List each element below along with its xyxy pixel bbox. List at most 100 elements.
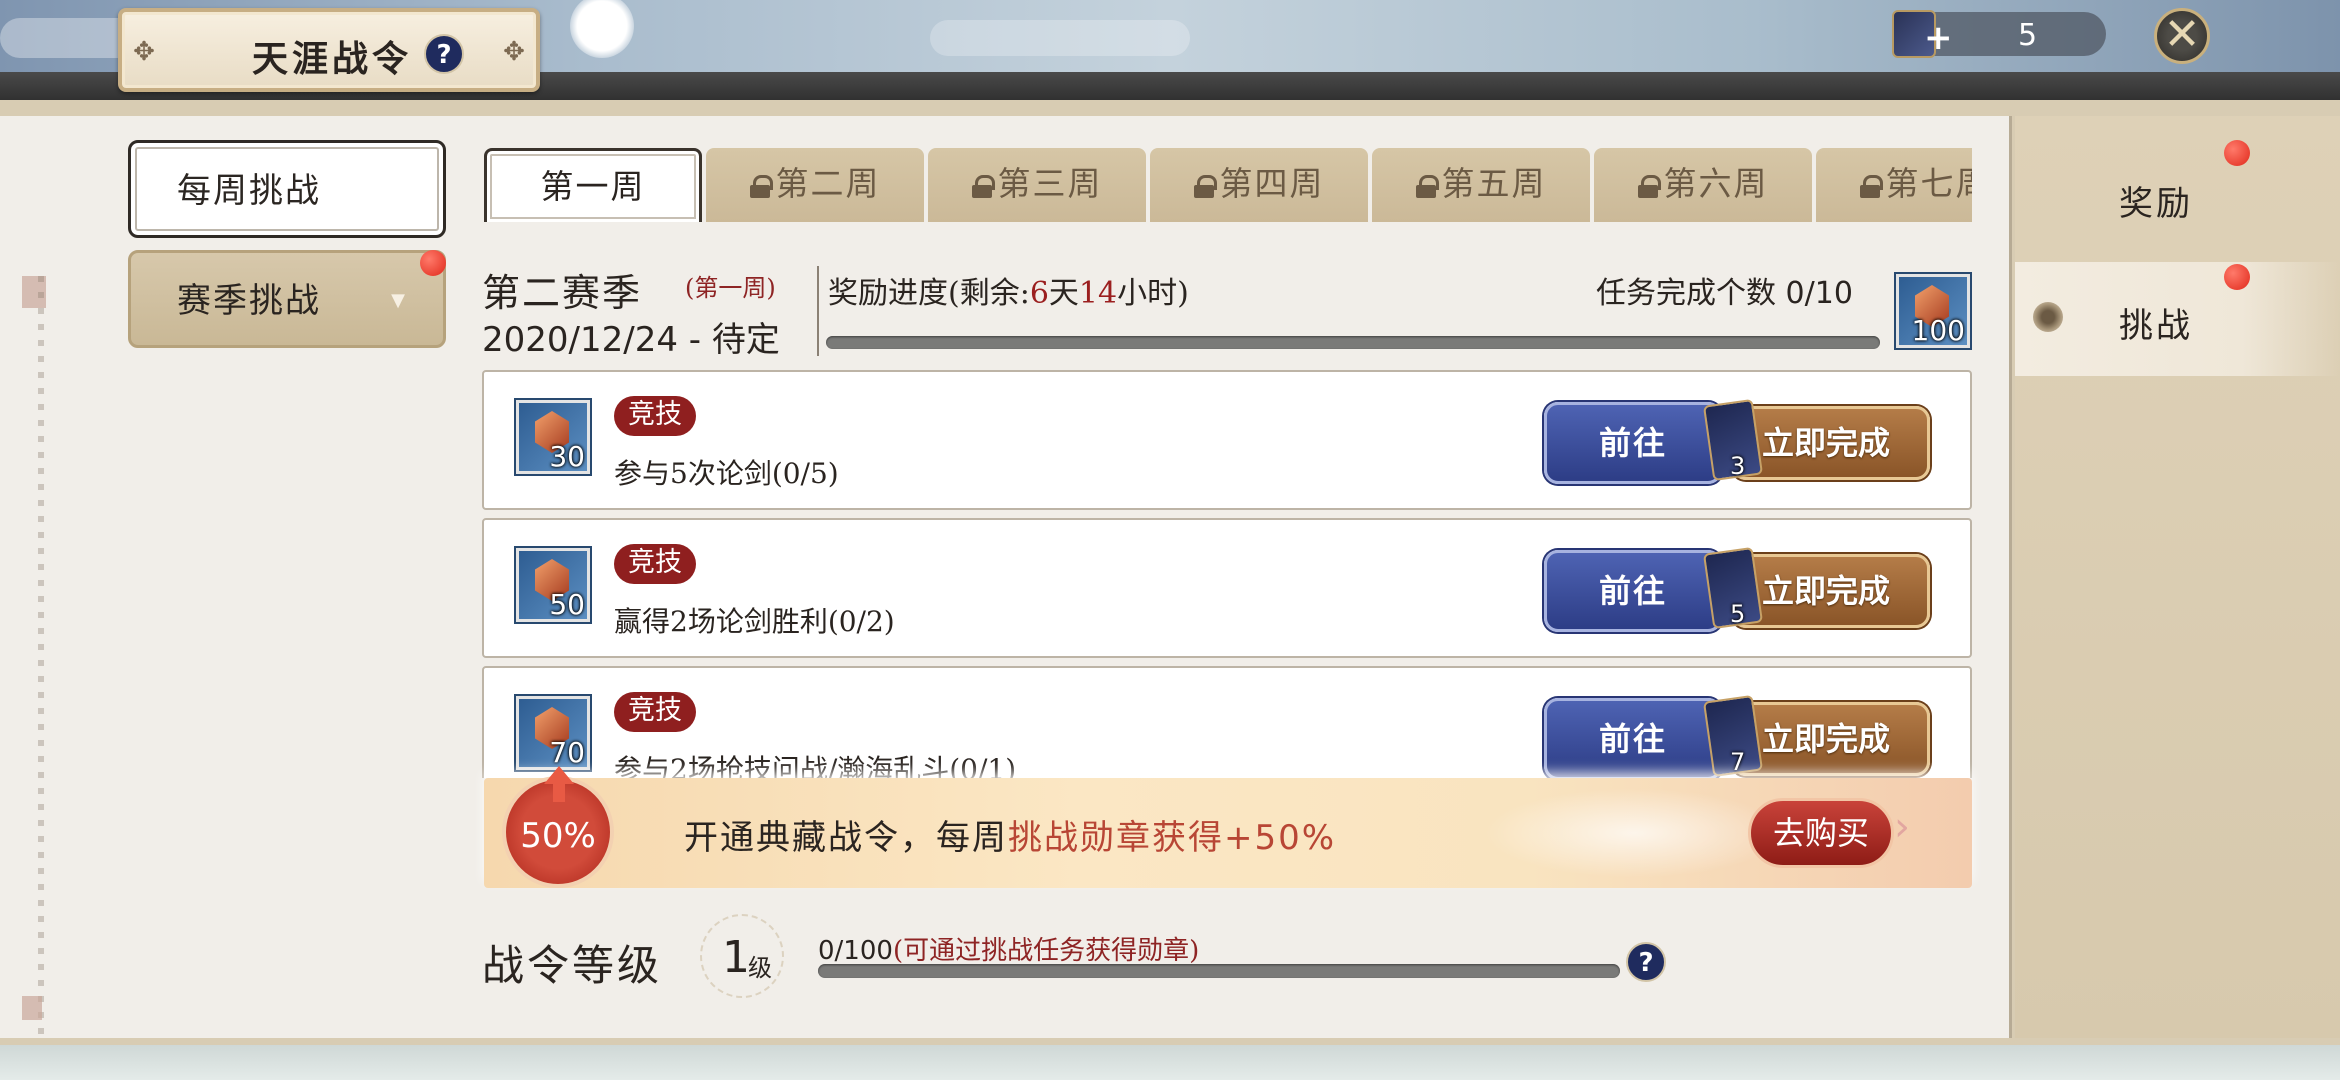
tab-label: 第二周 [775, 164, 881, 203]
medal-count: 30 [549, 440, 585, 473]
pass-level-value: 1 [722, 932, 750, 983]
side-nav: 奖励 挑战 [2015, 116, 2340, 1038]
page-title: 天涯战令 [252, 39, 413, 80]
category-season-challenge[interactable]: 赛季挑战 ▼ [128, 250, 446, 348]
season-title: 第二赛季 [482, 271, 643, 315]
add-ticket-icon[interactable]: + [1924, 18, 1953, 58]
bonus-badge: 50% [502, 766, 614, 888]
title-plaque: ✥ 天涯战令 ? ✥ [118, 8, 540, 92]
tab-label: 第四周 [1219, 164, 1325, 203]
bonus-percent: 50% [520, 816, 596, 856]
knot-icon: ✥ [133, 37, 155, 67]
button-label: 立即完成 [1762, 720, 1891, 758]
side-nav-challenge[interactable]: 挑战 [2015, 262, 2340, 376]
ticket-count: 5 [2018, 18, 2038, 53]
reward-progress-label: 奖励进度(剩余:6天14小时) [828, 268, 1189, 312]
task-tag-badge: 竞技 [614, 544, 696, 584]
tab-label: 第七周 [1885, 164, 1973, 203]
side-nav-rewards[interactable]: 奖励 [2015, 140, 2340, 254]
premium-pass-banner: 50% 开通典藏战令，每周挑战勋章获得+50% 去购买 › [484, 766, 1972, 888]
goto-button[interactable]: 前往 [1544, 550, 1722, 632]
task-medal: 70 [514, 694, 592, 772]
week-tabs: 第一周 第二周 第三周 第四周 第五周 第六周 第七周 [484, 146, 1972, 222]
ticket-cost: 5 [1730, 600, 1746, 628]
side-nav-label: 奖励 [2119, 184, 2193, 224]
task-description: 参与2场抢技问战/瀚海乱斗(0/1) [614, 753, 1017, 778]
task-complete-count: 任务完成个数 0/10 [1596, 276, 1853, 311]
buy-button[interactable]: 去购买 [1748, 798, 1894, 868]
seal-decoration [22, 996, 42, 1020]
promo-text-prefix: 开通典藏战令，每周 [684, 818, 1008, 858]
day-unit: 天 [1048, 276, 1079, 311]
level-progress-value: 0/100 [818, 936, 893, 966]
divider [817, 266, 819, 356]
instant-complete-button[interactable]: 立即完成 7 [1702, 694, 1930, 778]
goto-button[interactable]: 前往 [1544, 402, 1722, 484]
calligraphy-decoration [18, 276, 68, 1036]
tab-label: 第六周 [1663, 164, 1769, 203]
season-date: 2020/12/24 - 待定 [482, 320, 780, 360]
medal-count: 50 [549, 588, 585, 621]
lock-icon [1193, 175, 1217, 198]
task-medal: 50 [514, 546, 592, 624]
task-list[interactable]: 30 竞技 参与5次论剑(0/5) 前往 立即完成 3 50 竞技 赢得2场论剑… [482, 370, 1974, 778]
help-icon[interactable]: ? [424, 34, 464, 74]
tab-week-4[interactable]: 第四周 [1150, 148, 1368, 222]
tab-week-2[interactable]: 第二周 [706, 148, 924, 222]
ticket-cost: 3 [1730, 452, 1746, 480]
tab-week-3[interactable]: 第三周 [928, 148, 1146, 222]
level-progress-text: 0/100(可通过挑战任务获得勋章) [818, 930, 1199, 967]
task-tag-badge: 竞技 [614, 692, 696, 732]
cloud-decoration [930, 20, 1190, 56]
lock-icon [971, 175, 995, 198]
task-description: 赢得2场论剑胜利(0/2) [614, 605, 895, 638]
hour-unit: 小时) [1117, 276, 1189, 311]
button-label: 立即完成 [1762, 572, 1891, 610]
lock-icon [1415, 175, 1439, 198]
task-row: 30 竞技 参与5次论剑(0/5) 前往 立即完成 3 [482, 370, 1972, 510]
button-label: 立即完成 [1762, 424, 1891, 462]
remaining-days: 6 [1029, 276, 1049, 311]
remaining-hours: 14 [1078, 276, 1118, 311]
notification-dot [420, 250, 446, 276]
task-row: 70 竞技 参与2场抢技问战/瀚海乱斗(0/1) 前往 立即完成 7 [482, 666, 1972, 778]
knot-icon: ✥ [503, 37, 525, 67]
side-nav-label: 挑战 [2119, 306, 2193, 346]
dropdown-arrow-icon: ▼ [391, 290, 407, 311]
medal-count: 100 [1911, 314, 1965, 347]
close-button[interactable]: ✕ [2154, 8, 2210, 64]
promo-text: 开通典藏战令，每周挑战勋章获得+50% [684, 810, 1336, 859]
instant-complete-button[interactable]: 立即完成 3 [1702, 398, 1930, 484]
notification-dot [2224, 140, 2250, 166]
tab-week-6[interactable]: 第六周 [1594, 148, 1812, 222]
tab-week-7[interactable]: 第七周 [1816, 148, 1972, 222]
tab-label: 第五周 [1441, 164, 1547, 203]
task-row: 50 竞技 赢得2场论剑胜利(0/2) 前往 立即完成 5 [482, 518, 1972, 658]
notification-dot [2224, 264, 2250, 290]
bottom-frame [0, 1045, 2340, 1080]
category-label: 每周挑战 [177, 171, 321, 211]
tab-week-5[interactable]: 第五周 [1372, 148, 1590, 222]
pass-level-title: 战令等级 [482, 941, 663, 990]
tab-week-1[interactable]: 第一周 [484, 148, 702, 222]
goto-button[interactable]: 前往 [1544, 698, 1722, 778]
progress-prefix: 奖励进度(剩余: [828, 276, 1030, 311]
sparkle-decoration [1484, 788, 1784, 878]
lock-icon [1859, 175, 1883, 198]
tab-label: 第一周 [540, 167, 646, 206]
task-medal: 30 [514, 398, 592, 476]
chevron-right-icon[interactable]: › [1894, 804, 1910, 850]
season-week-tag: (第一周) [685, 274, 776, 302]
selected-marker-icon [2033, 302, 2063, 332]
promo-text-highlight: 挑战勋章获得+50% [1008, 818, 1337, 858]
reward-progress-bar [826, 336, 1880, 349]
reward-medal[interactable]: 100 [1894, 272, 1972, 350]
task-tag-badge: 竞技 [614, 396, 696, 436]
level-progress-bar [818, 964, 1620, 978]
ticket-currency[interactable]: + 5 [1892, 10, 2106, 58]
category-label: 赛季挑战 [177, 281, 321, 321]
pass-level-unit: 级 [748, 954, 772, 982]
help-icon[interactable]: ? [1626, 942, 1666, 982]
instant-complete-button[interactable]: 立即完成 5 [1702, 546, 1930, 632]
category-weekly-challenge[interactable]: 每周挑战 [128, 140, 446, 238]
